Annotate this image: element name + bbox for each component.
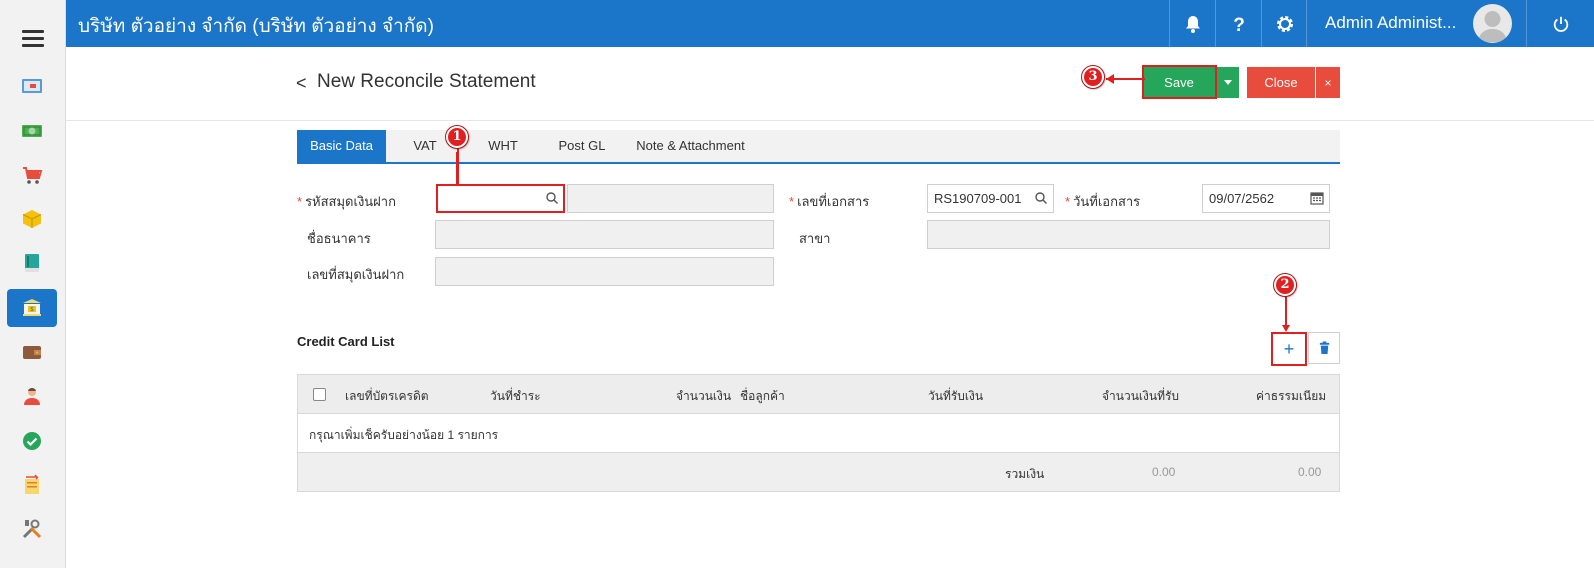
company-name: บริษัท ตัวอย่าง จำกัด (บริษัท ตัวอย่าง จ… [78,16,434,37]
user-name: Admin Administ... [1325,13,1457,32]
credit-card-table: เลขที่บัตรเครดิต วันที่ชำระ จำนวนเงิน ชื… [297,374,1340,492]
doc-no-field[interactable]: RS190709-001 [927,184,1054,213]
table-row: กรุณาเพิ่มเช็ครับอย่างน้อย 1 รายการ [298,414,1339,453]
wallet-icon[interactable] [7,333,57,371]
doc-date-label: * วันที่เอกสาร [1065,194,1141,209]
doc-no-label: * เลขที่เอกสาร [789,194,870,209]
svg-text:$: $ [30,306,34,313]
close-button[interactable]: Close [1247,67,1315,98]
trash-icon [1319,341,1329,355]
table-footer: รวมเงิน 0.00 0.00 [298,453,1339,491]
close-x-button[interactable]: × [1316,67,1340,98]
box-icon[interactable] [7,200,57,238]
total-fee: 0.00 [1298,465,1322,479]
delete-row-button[interactable] [1308,332,1340,364]
help-icon[interactable]: ? [1215,0,1261,47]
col-card-no: เลขที่บัตรเครดิต [345,389,429,403]
tab-post-gl[interactable]: Post GL [554,130,610,162]
search-icon[interactable] [1034,191,1048,205]
col-fee: ค่าธรรมเนียม [1256,389,1327,403]
bell-icon[interactable] [1169,0,1215,47]
page-header: < New Reconcile Statement Save Close × [66,47,1594,121]
tab-basic-data[interactable]: Basic Data [297,130,386,162]
branch-field [927,220,1330,249]
total-received: 0.00 [1152,465,1176,479]
sidebar: $ [0,0,66,568]
save-dropdown-button[interactable] [1217,67,1239,98]
back-icon[interactable]: < [296,73,307,94]
col-amount: จำนวนเงิน [676,389,732,403]
page-title: New Reconcile Statement [317,71,536,92]
annotation-arrow-3 [1106,74,1145,84]
col-received-amount: จำนวนเงินที่รับ [1102,389,1180,403]
table-header: เลขที่บัตรเครดิต วันที่ชำระ จำนวนเงิน ชื… [298,375,1339,414]
bank-name-field [435,220,774,249]
col-pay-date: วันที่ชำระ [490,389,541,403]
bankbook-no-field [435,257,774,286]
annotation-box-1 [436,184,565,213]
top-bar: บริษัท ตัวอย่าง จำกัด (บริษัท ตัวอย่าง จ… [66,0,1594,47]
dashboard-icon[interactable] [7,67,57,105]
credit-card-list-title: Credit Card List [297,334,395,349]
annotation-badge-2: 2 [1274,274,1296,296]
transfer-icon[interactable] [7,466,57,504]
cart-icon[interactable] [7,156,57,194]
user-menu[interactable]: Admin Administ... [1306,0,1526,47]
power-icon[interactable] [1526,0,1594,47]
user-icon[interactable] [7,377,57,415]
annotation-box-3 [1142,65,1217,99]
svg-text:?: ? [1233,15,1245,34]
empty-message: กรุณาเพิ่มเช็ครับอย่างน้อย 1 รายการ [309,428,499,442]
avatar [1473,4,1512,43]
gear-icon[interactable] [1261,0,1307,47]
bank-icon[interactable]: $ [7,289,57,327]
select-all-checkbox[interactable] [313,388,326,401]
col-customer: ชื่อลูกค้า [740,389,785,403]
add-row-button[interactable]: + [1271,332,1307,366]
bank-name-label: ชื่อธนาคาร [307,231,371,246]
bankbook-name-field [567,184,774,213]
tools-icon[interactable] [7,510,57,548]
tab-wht[interactable]: WHT [478,130,528,162]
annotation-arrow-2 [1282,295,1290,332]
annotation-line-1 [457,145,459,185]
money-icon[interactable] [7,112,57,150]
doc-date-field[interactable]: 09/07/2562 [1202,184,1330,213]
book-icon[interactable] [7,244,57,282]
calendar-icon[interactable] [1310,191,1324,205]
bankbook-code-label: * รหัสสมุดเงินฝาก [297,194,396,209]
total-label: รวมเงิน [1005,467,1045,481]
bankbook-no-label: เลขที่สมุดเงินฝาก [307,267,405,282]
branch-label: สาขา [799,231,831,246]
col-receive-date: วันที่รับเงิน [928,389,984,403]
annotation-badge-1: 1 [446,126,468,148]
check-icon[interactable] [7,422,57,460]
hamburger-menu-icon[interactable] [22,30,44,48]
annotation-badge-3: 3 [1082,66,1104,88]
tab-note-attachment[interactable]: Note & Attachment [634,130,747,162]
